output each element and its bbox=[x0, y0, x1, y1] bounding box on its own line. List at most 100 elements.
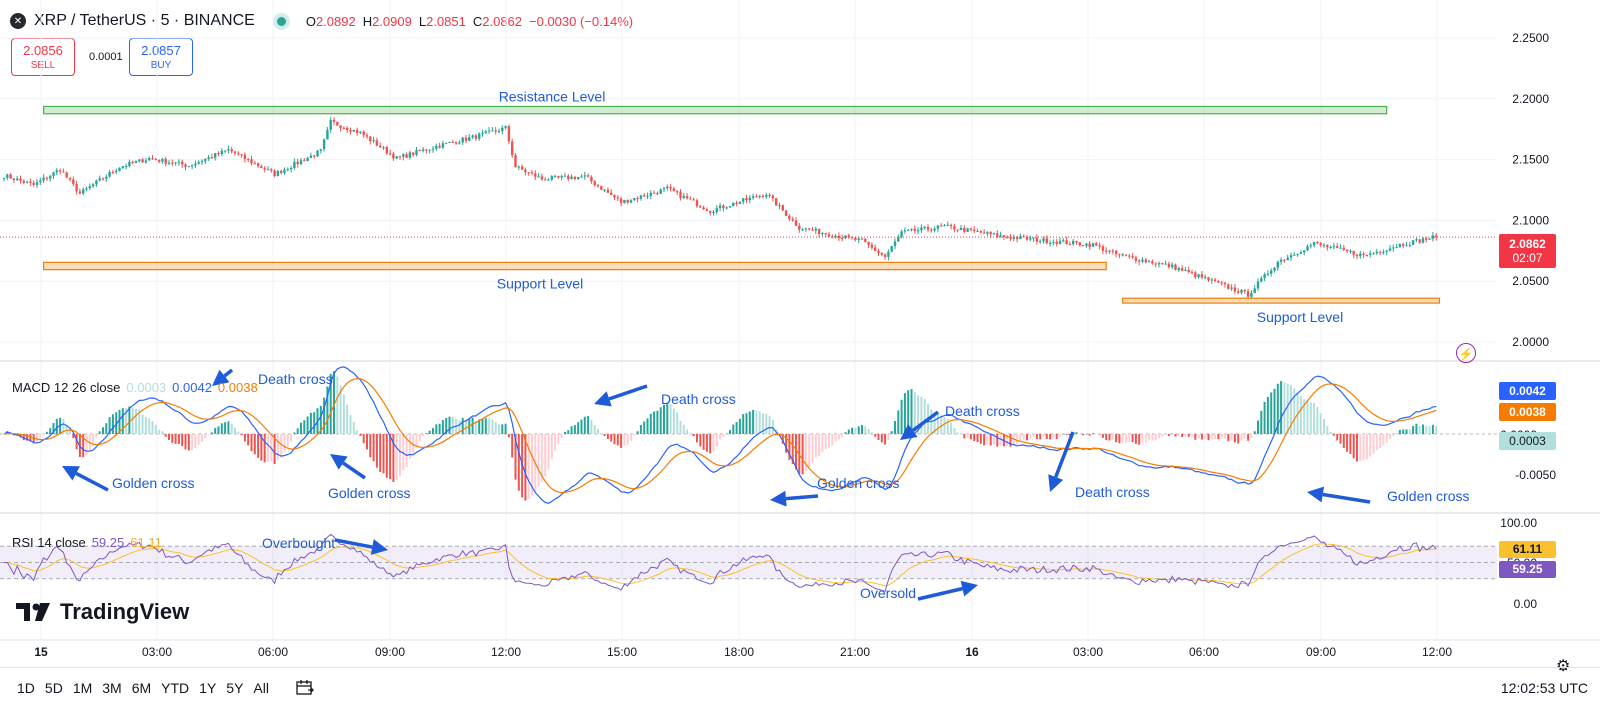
macd-histogram-bar bbox=[953, 428, 956, 434]
range-3m-button[interactable]: 3M bbox=[97, 680, 126, 696]
candle bbox=[1164, 263, 1167, 265]
macd-histogram-bar bbox=[682, 424, 685, 434]
candle bbox=[1339, 247, 1342, 249]
candle bbox=[131, 161, 134, 163]
macd-legend[interactable]: MACD 12 26 close 0.0003 0.0042 0.0038 bbox=[12, 380, 258, 395]
macd-histogram-bar bbox=[897, 410, 900, 434]
macd-histogram-bar bbox=[636, 431, 639, 434]
candle bbox=[478, 133, 481, 139]
candle bbox=[1075, 240, 1078, 243]
candle bbox=[933, 228, 936, 231]
macd-histogram-bar bbox=[689, 433, 692, 434]
time-axis-label: 15:00 bbox=[607, 645, 637, 659]
candle bbox=[2, 177, 6, 179]
annotation-arrow bbox=[223, 368, 234, 378]
price-axis-label: 2.2500 bbox=[1512, 31, 1549, 45]
range-all-button[interactable]: All bbox=[248, 680, 274, 696]
tradingview-logo: TradingView bbox=[16, 599, 189, 625]
macd-histogram-bar bbox=[85, 434, 88, 456]
macd-histogram-bar bbox=[102, 427, 104, 434]
candle bbox=[1279, 259, 1283, 262]
chart-canvas[interactable]: Resistance Level Support Level Support Lev… bbox=[0, 0, 1600, 666]
macd-histogram-bar bbox=[197, 434, 200, 445]
macd-histogram-bar bbox=[45, 431, 48, 434]
macd-histogram-bar bbox=[148, 418, 151, 434]
candle bbox=[1312, 242, 1316, 246]
rsi-legend[interactable]: RSI 14 close 59.25 61.11 bbox=[12, 535, 162, 550]
macd-histogram-bar bbox=[1253, 431, 1256, 434]
candle bbox=[550, 176, 553, 180]
candle bbox=[1260, 278, 1263, 282]
candle bbox=[619, 198, 623, 203]
macd-histogram-bar bbox=[174, 434, 177, 444]
range-1y-button[interactable]: 1Y bbox=[194, 680, 221, 696]
go-to-date-icon[interactable] bbox=[296, 680, 314, 696]
macd-histogram-bar bbox=[1313, 403, 1316, 434]
macd-histogram-bar bbox=[1164, 434, 1167, 435]
annotation-arrow bbox=[917, 586, 963, 601]
macd-histogram-bar bbox=[1154, 434, 1157, 441]
candle bbox=[293, 161, 296, 168]
macd-histogram-bar bbox=[349, 414, 352, 434]
lightning-icon[interactable]: ⚡ bbox=[1456, 343, 1476, 363]
macd-annotation: Death cross bbox=[661, 391, 736, 407]
candle bbox=[1415, 239, 1418, 241]
macd-histogram-bar bbox=[1052, 434, 1055, 439]
macd-histogram-bar bbox=[382, 434, 385, 474]
range-ytd-button[interactable]: YTD bbox=[156, 680, 194, 696]
macd-annotation: Golden cross bbox=[328, 485, 410, 501]
candle bbox=[959, 227, 963, 231]
macd-histogram-bar bbox=[1220, 434, 1223, 439]
macd-histogram-bar bbox=[1385, 434, 1388, 443]
candle bbox=[1101, 246, 1105, 251]
macd-histogram-bar bbox=[342, 394, 345, 434]
macd-histogram-bar bbox=[362, 434, 365, 444]
range-1m-button[interactable]: 1M bbox=[68, 680, 97, 696]
candle bbox=[900, 231, 903, 237]
candle bbox=[867, 241, 870, 245]
candle bbox=[1286, 257, 1289, 261]
candle bbox=[75, 184, 78, 192]
candle bbox=[504, 126, 507, 128]
candle bbox=[474, 135, 478, 139]
candle bbox=[349, 130, 352, 132]
macd-histogram-bar bbox=[1306, 400, 1309, 434]
macd-histogram-bar bbox=[1227, 434, 1230, 442]
macd-histogram-bar bbox=[874, 434, 877, 437]
macd-histogram-bar bbox=[1141, 434, 1144, 443]
macd-histogram-bar bbox=[606, 434, 609, 440]
macd-histogram-bar bbox=[732, 424, 735, 434]
macd-histogram-bar bbox=[69, 430, 71, 434]
candle bbox=[167, 162, 171, 164]
candle bbox=[1131, 256, 1134, 258]
candle bbox=[791, 218, 794, 221]
macd-hist-value: 0.0003 bbox=[126, 380, 167, 395]
candle bbox=[395, 156, 398, 159]
macd-histogram-bar bbox=[1323, 419, 1325, 434]
macd-histogram-bar bbox=[960, 433, 962, 435]
macd-histogram-bar bbox=[243, 434, 246, 442]
support-label: Support Level bbox=[497, 276, 583, 292]
candle bbox=[217, 153, 220, 155]
candle bbox=[16, 178, 19, 181]
candle bbox=[1048, 242, 1052, 244]
candle bbox=[903, 230, 907, 232]
candle bbox=[1306, 246, 1309, 251]
utc-clock[interactable]: 12:02:53 UTC bbox=[1501, 680, 1588, 696]
macd-histogram-bar bbox=[1316, 407, 1319, 434]
support-zone bbox=[1122, 297, 1441, 304]
candle bbox=[1147, 261, 1151, 263]
macd-histogram-bar bbox=[201, 434, 203, 442]
candle bbox=[1398, 244, 1402, 248]
candle bbox=[586, 175, 590, 177]
range-5d-button[interactable]: 5D bbox=[40, 680, 68, 696]
macd-histogram-bar bbox=[1352, 434, 1355, 459]
candle bbox=[1121, 254, 1124, 256]
macd-histogram-bar bbox=[550, 434, 553, 460]
range-1d-button[interactable]: 1D bbox=[12, 680, 40, 696]
range-6m-button[interactable]: 6M bbox=[127, 680, 156, 696]
macd-histogram-bar bbox=[118, 409, 121, 434]
range-5y-button[interactable]: 5Y bbox=[221, 680, 248, 696]
candle bbox=[821, 233, 824, 235]
candle bbox=[431, 148, 435, 150]
